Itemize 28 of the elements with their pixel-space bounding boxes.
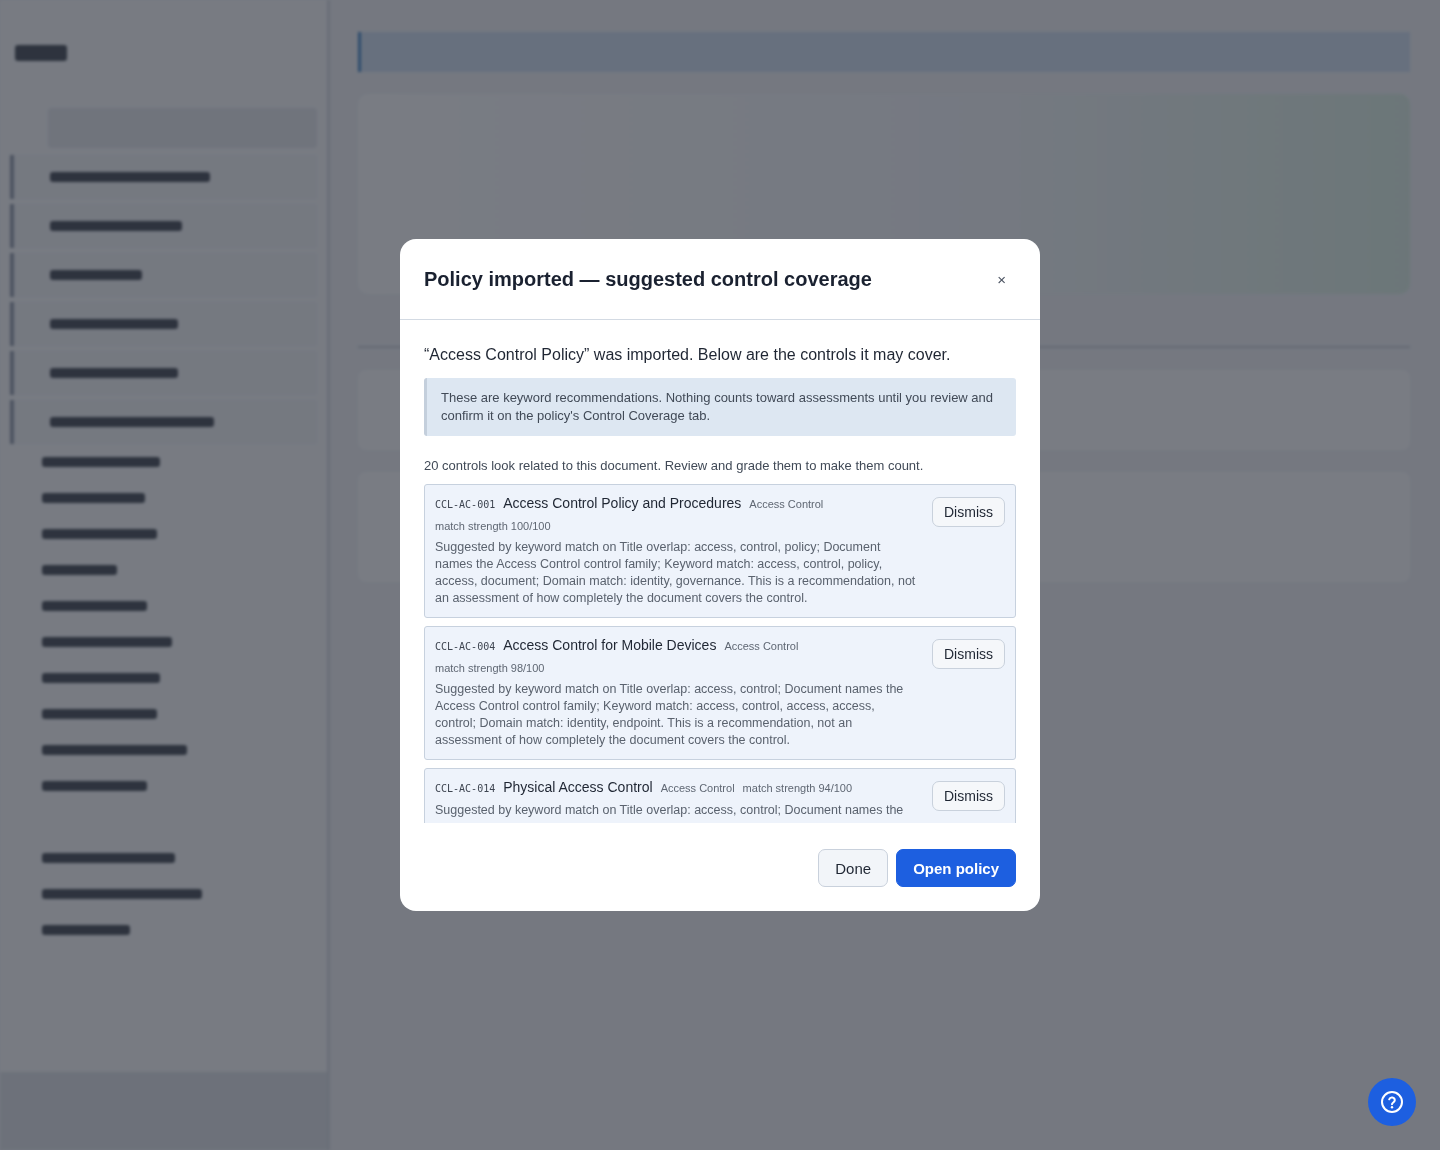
summary-text: 20 controls look related to this document. Review and grade them to make them count. [424, 458, 925, 473]
control-title: Physical Access Control [503, 779, 653, 795]
match-strength: match strength 100/100 [435, 520, 551, 532]
match-strength: match strength 98/100 [435, 662, 545, 674]
control-family: Access Control [749, 498, 824, 510]
dismiss-button[interactable]: Dismiss [932, 497, 1005, 527]
control-family: Access Control [724, 640, 799, 652]
reason-text: Suggested by keyword match on Title overlap: access, control; Document names the Access Control control family; Keyword match: access, control, access, access, control; Domain match: identity, endpoint. This is a recommendation, not an assessment of how completely the document covers the control. [435, 681, 905, 749]
help-icon [1380, 1090, 1404, 1114]
info-notice: These are keyword recommendations. Nothing counts toward assessments until you review and confirm it on the policy's Control Coverage tab. [424, 378, 1016, 436]
help-button[interactable] [1368, 1078, 1416, 1126]
control-code: CCL-AC-001 [435, 499, 496, 510]
blurred-text-bar [15, 45, 67, 61]
control-code: CCL-AC-014 [435, 783, 496, 794]
close-button[interactable]: × [993, 268, 1010, 290]
reason-text: Suggested by keyword match on Title overlap: access, control; Document names the [435, 802, 905, 819]
control-code: CCL-AC-004 [435, 641, 496, 652]
intro-text: “Access Control Policy” was imported. Below are the controls it may cover. [424, 346, 952, 364]
open-policy-button[interactable]: Open policy [896, 849, 1016, 887]
match-strength: match strength 94/100 [742, 782, 853, 794]
dialog-title: Policy imported — suggested control coverage [424, 267, 872, 291]
dismiss-button[interactable]: Dismiss [932, 639, 1005, 669]
reason-text: Suggested by keyword match on Title overlap: access, control, policy; Document names the Access Control control family; Keyword match: access, control, policy, access, document; Domain match: identity, governance. This is a recommendation, not an assessment of how completely the document covers the control. [435, 539, 917, 607]
control-title: Access Control Policy and Procedures [503, 495, 742, 511]
done-button[interactable]: Done [818, 849, 889, 887]
control-title: Access Control for Mobile Devices [503, 637, 717, 653]
control-family: Access Control [660, 782, 735, 794]
dismiss-button[interactable]: Dismiss [932, 781, 1005, 811]
